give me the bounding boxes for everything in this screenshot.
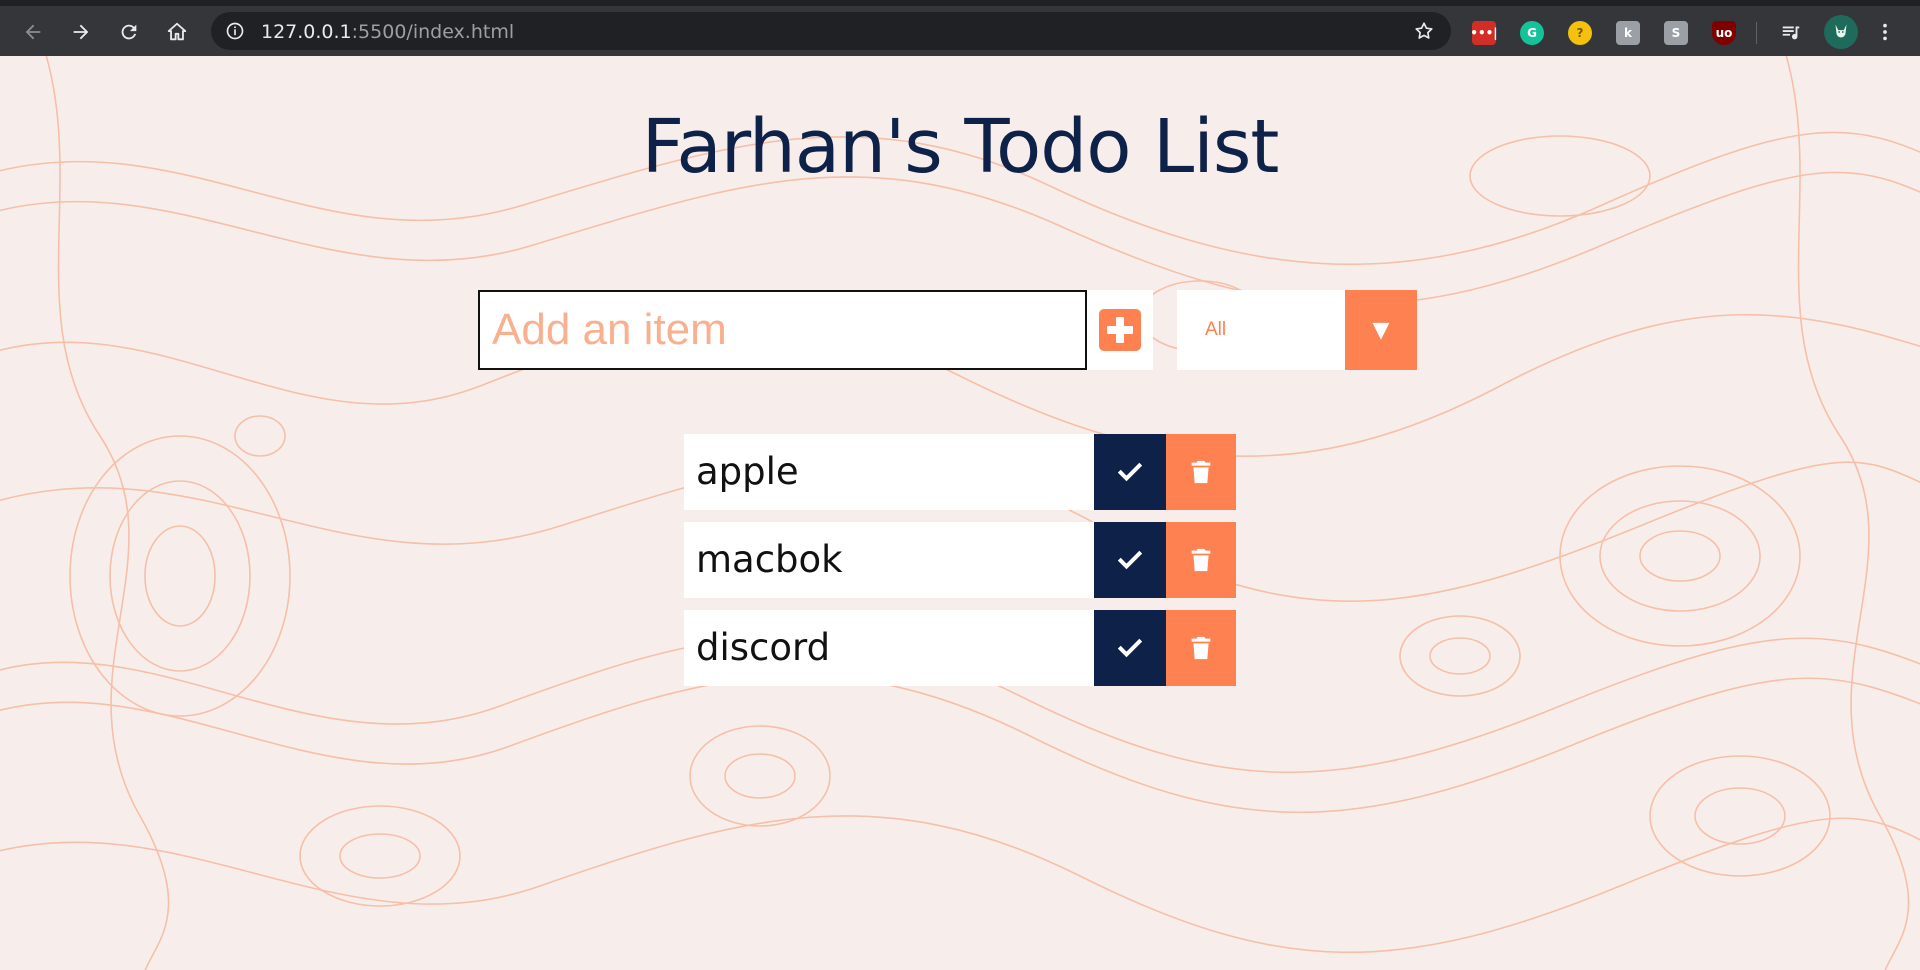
- plus-icon: [1099, 309, 1141, 351]
- trash-icon: [1191, 636, 1211, 660]
- url-path: :5500/index.html: [351, 21, 515, 43]
- url-host: 127.0.0.1: [261, 21, 352, 43]
- home-icon[interactable]: [162, 17, 192, 47]
- todo-text: apple: [684, 434, 1094, 510]
- ublock-icon[interactable]: uo: [1712, 21, 1736, 45]
- url-text[interactable]: 127.0.0.1:5500/index.html: [261, 21, 514, 43]
- browser-toolbar: 127.0.0.1:5500/index.html •••| G ? k S u…: [0, 0, 1920, 56]
- delete-button[interactable]: [1166, 434, 1236, 510]
- todo-item: apple: [684, 434, 1236, 510]
- add-item-button[interactable]: [1087, 290, 1153, 370]
- reload-icon[interactable]: [114, 17, 144, 47]
- complete-button[interactable]: [1094, 434, 1166, 510]
- check-icon: [1117, 550, 1143, 570]
- toolbar-divider: [1756, 22, 1757, 44]
- media-queue-icon[interactable]: [1776, 17, 1806, 47]
- grammarly-icon[interactable]: G: [1520, 21, 1544, 45]
- complete-button[interactable]: [1094, 610, 1166, 686]
- address-bar[interactable]: 127.0.0.1:5500/index.html: [211, 12, 1451, 50]
- dropdown-arrow-icon[interactable]: ▼: [1345, 290, 1417, 370]
- star-icon[interactable]: [1413, 20, 1435, 42]
- menu-icon[interactable]: [1870, 17, 1900, 47]
- page-title: Farhan's Todo List: [641, 104, 1280, 190]
- delete-button[interactable]: [1166, 610, 1236, 686]
- todo-text: discord: [684, 610, 1094, 686]
- filter-select[interactable]: All ▼: [1177, 290, 1417, 370]
- extension-k-icon[interactable]: k: [1616, 21, 1640, 45]
- todo-item: discord: [684, 610, 1236, 686]
- trash-icon: [1191, 548, 1211, 572]
- complete-button[interactable]: [1094, 522, 1166, 598]
- delete-button[interactable]: [1166, 522, 1236, 598]
- forward-icon[interactable]: [66, 17, 96, 47]
- lastpass-icon[interactable]: •••|: [1470, 21, 1498, 45]
- info-icon[interactable]: [225, 21, 245, 41]
- back-icon[interactable]: [18, 17, 48, 47]
- extension-yellow-icon[interactable]: ?: [1568, 21, 1592, 45]
- filter-selected-value: All: [1205, 319, 1227, 340]
- page-content: Farhan's Todo List All ▼ apple macbok: [0, 56, 1920, 970]
- todo-list: apple macbok discord: [684, 434, 1236, 698]
- todo-text: macbok: [684, 522, 1094, 598]
- check-icon: [1117, 462, 1143, 482]
- extension-s-icon[interactable]: S: [1664, 21, 1688, 45]
- todo-item: macbok: [684, 522, 1236, 598]
- trash-icon: [1191, 460, 1211, 484]
- check-icon: [1117, 638, 1143, 658]
- add-item-input[interactable]: [478, 290, 1087, 370]
- profile-avatar[interactable]: [1824, 15, 1858, 49]
